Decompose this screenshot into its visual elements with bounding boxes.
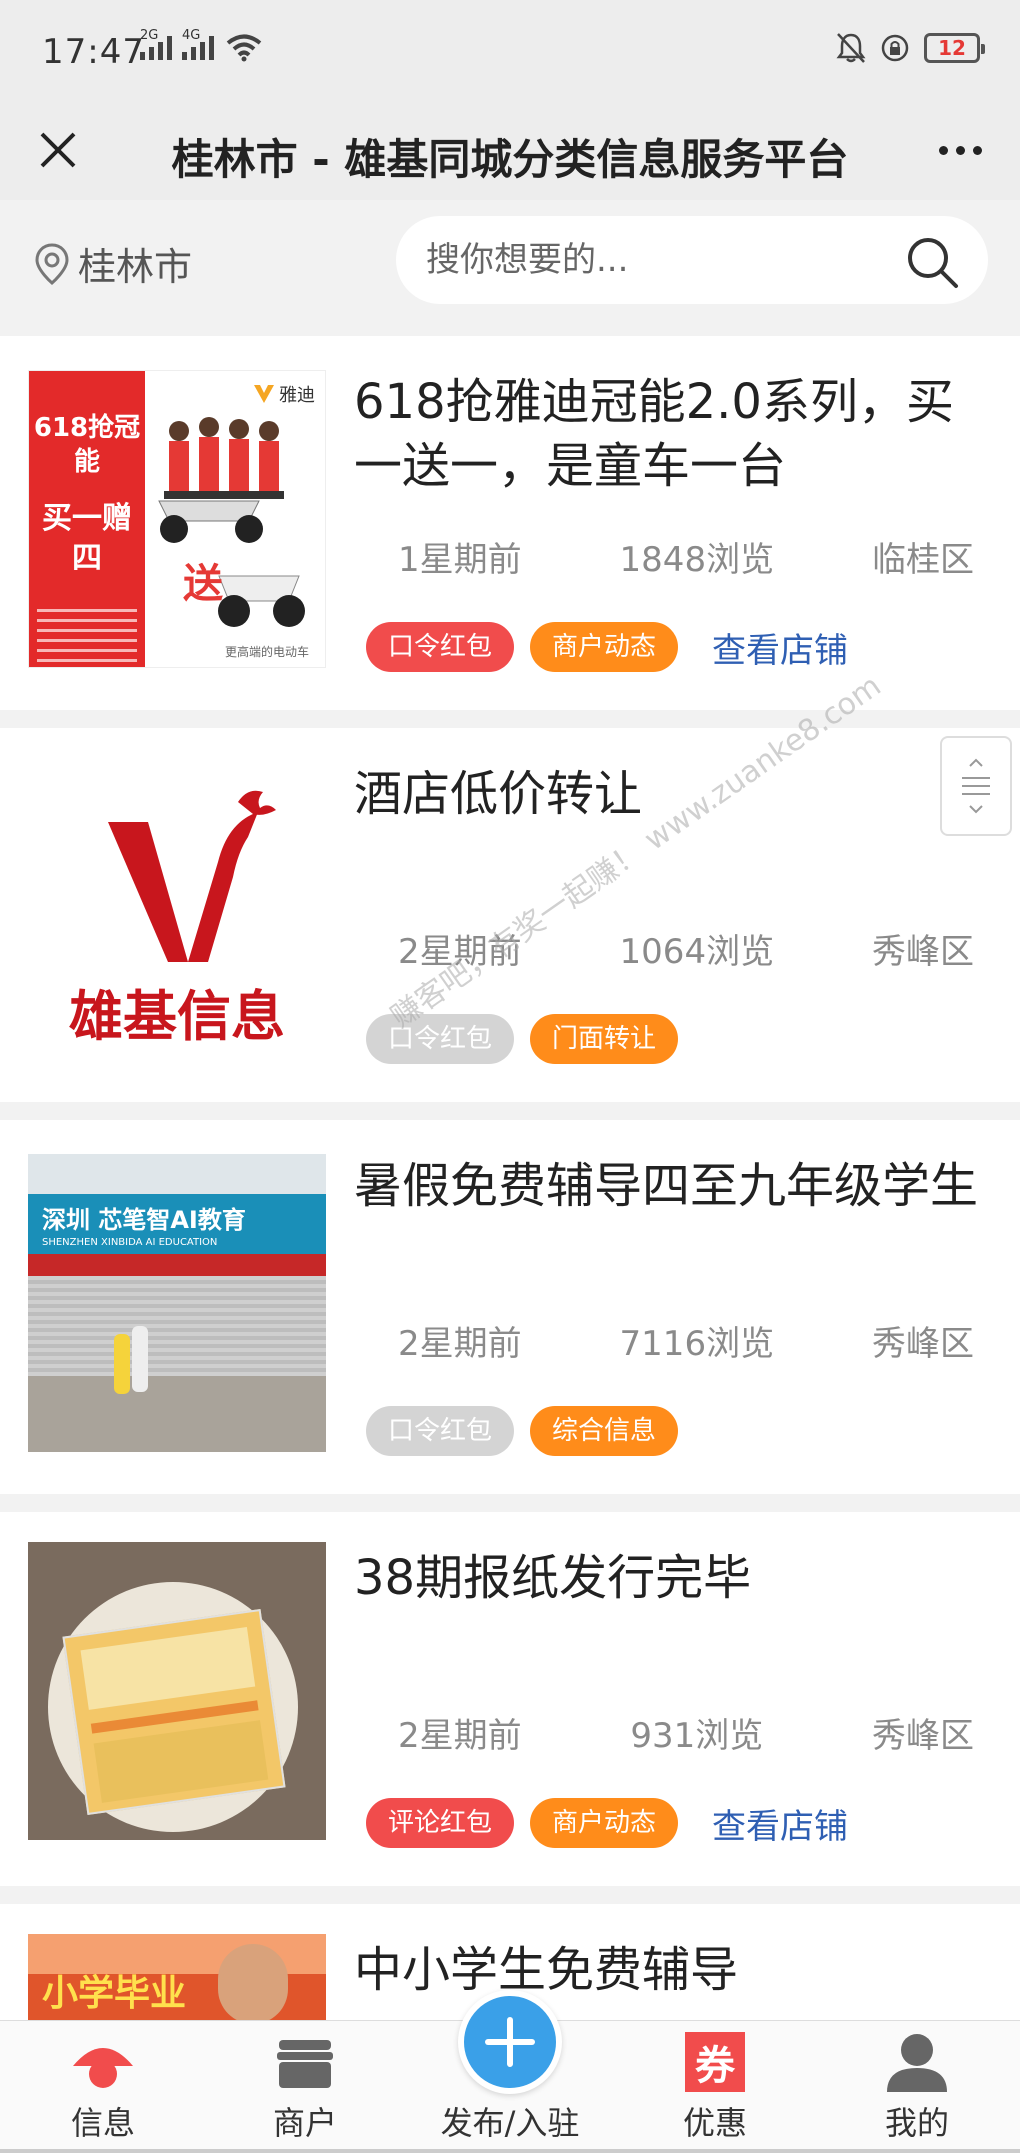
wifi-icon [226, 34, 262, 62]
tab-profile[interactable]: 我的 [842, 2021, 992, 2153]
tag-category[interactable]: 商户动态 [530, 1798, 679, 1848]
post-district: 临桂区 [871, 540, 974, 580]
tab-label: 发布/入驻 [440, 2104, 580, 2142]
location-selector[interactable]: 桂林市 [34, 236, 192, 291]
coupon-icon: 券 [685, 2032, 745, 2092]
lock-rotation-icon [881, 34, 909, 62]
post-title[interactable]: 38期报纸发行完毕 [354, 1546, 994, 1610]
tab-coupon[interactable]: 券 优惠 [640, 2021, 790, 2153]
post-time: 2星期前 [398, 1324, 522, 1364]
post-district: 秀峰区 [871, 932, 974, 972]
promo-banner: 618抢冠能 买一赠四 [29, 371, 145, 667]
signal-2g-label: 2G [140, 28, 159, 43]
post-views: 931浏览 [630, 1716, 764, 1756]
scroll-handle[interactable] [940, 736, 1012, 836]
tag-red-packet[interactable]: 口令红包 [366, 1406, 515, 1456]
scooter-people-image [158, 417, 305, 627]
tag-red-packet[interactable]: 评论红包 [366, 1798, 515, 1848]
list-item[interactable]: 深圳 芯笔智AI教育 SHENZHEN XINBIDA AI EDUCATION… [0, 1120, 1020, 1494]
post-views: 1064浏览 [619, 932, 775, 972]
search-icon[interactable] [904, 234, 960, 290]
tag-category[interactable]: 门面转让 [530, 1014, 679, 1064]
user-icon [887, 2034, 947, 2092]
title-bar: 桂林市 - 雄基同城分类信息服务平台 [0, 100, 1020, 200]
tab-label: 商户 [272, 2104, 337, 2142]
rooster-logo-icon [108, 790, 276, 962]
gift-text: 送 [183, 561, 223, 607]
search-input[interactable] [426, 234, 886, 286]
page-title: 桂林市 - 雄基同城分类信息服务平台 [171, 135, 849, 184]
location-pin-icon [35, 242, 69, 285]
tag-category[interactable]: 综合信息 [530, 1406, 679, 1456]
store-sign: 深圳 芯笔智AI教育 SHENZHEN XINBIDA AI EDUCATION [28, 1194, 326, 1254]
post-meta: 2星期前 931浏览 秀峰区 [354, 1708, 974, 1757]
tab-shop[interactable]: 商户 [230, 2021, 380, 2153]
post-views: 1848浏览 [619, 540, 775, 580]
post-tags: 口令红包 综合信息 [366, 1406, 679, 1456]
list-item[interactable]: 38期报纸发行完毕 2星期前 931浏览 秀峰区 评论红包 商户动态 查看店铺 [0, 1512, 1020, 1886]
post-thumbnail[interactable]: 雄基信息 [28, 762, 326, 1060]
more-options-button[interactable] [930, 122, 990, 178]
post-time: 1星期前 [398, 540, 522, 580]
signal-4g-icon: 4G [182, 28, 214, 60]
coupon-glyph: 券 [695, 2043, 735, 2089]
slogan-text: 更高端的电动车 [225, 645, 310, 659]
post-meta: 2星期前 7116浏览 秀峰区 [354, 1316, 974, 1365]
store-sign-text: 深圳 芯笔智AI教育 [42, 1206, 246, 1234]
search-box[interactable] [396, 216, 988, 304]
tab-label: 信息 [70, 2104, 135, 2142]
post-thumbnail[interactable] [28, 1542, 326, 1840]
publish-button[interactable] [458, 1990, 562, 2094]
post-title[interactable]: 中小学生免费辅导 [354, 1938, 994, 2002]
plus-icon [485, 2017, 535, 2067]
bell-muted-icon [836, 33, 866, 63]
tab-label: 我的 [884, 2104, 949, 2142]
post-district: 秀峰区 [871, 1324, 974, 1364]
battery-indicator: 12 [924, 33, 985, 63]
store-sign-en: SHENZHEN XINBIDA AI EDUCATION [42, 1237, 218, 1248]
nav-gesture-bar [0, 2149, 1020, 2153]
newspaper-image [62, 1608, 286, 1816]
view-shop-link[interactable]: 查看店铺 [712, 1799, 848, 1848]
post-meta: 1星期前 1848浏览 临桂区 [354, 532, 974, 581]
promo-line2: 买一赠四 [42, 501, 132, 576]
scroll-handle-icon [962, 758, 990, 814]
post-district: 秀峰区 [871, 1716, 974, 1756]
status-right: 12 [836, 32, 985, 64]
signal-4g-label: 4G [182, 28, 201, 43]
post-title[interactable]: 618抢雅迪冠能2.0系列，买一送一，是童车一台 [354, 370, 994, 498]
status-bar: 17:47 2G 4G 12 [0, 0, 1020, 100]
post-thumbnail[interactable]: 小学毕业 [28, 1934, 326, 2020]
tab-label: 优惠 [682, 2104, 747, 2142]
signal-2g-icon: 2G [140, 28, 172, 60]
location-city: 桂林市 [78, 245, 193, 289]
post-title[interactable]: 暑假免费辅导四至九年级学生 [354, 1154, 994, 1218]
post-views: 7116浏览 [619, 1324, 775, 1364]
tab-info[interactable]: 信息 [28, 2021, 178, 2153]
list-item[interactable]: 618抢冠能 买一赠四 雅迪 送 更高端的电动车 618抢雅迪冠能2.0系列，买… [0, 336, 1020, 710]
post-tags: 评论红包 商户动态 查看店铺 [366, 1798, 848, 1848]
status-time: 17:47 [42, 32, 145, 72]
tag-red-packet[interactable]: 口令红包 [366, 1014, 515, 1064]
post-time: 2星期前 [398, 1716, 522, 1756]
battery-level: 12 [938, 36, 966, 60]
info-icon [73, 2048, 133, 2088]
search-row: 桂林市 [0, 200, 1020, 320]
post-thumbnail[interactable]: 深圳 芯笔智AI教育 SHENZHEN XINBIDA AI EDUCATION [28, 1154, 326, 1452]
tag-category[interactable]: 商户动态 [530, 622, 679, 672]
tag-red-packet[interactable]: 口令红包 [366, 622, 515, 672]
shop-icon [277, 2040, 333, 2088]
banner-text: 小学毕业 [42, 1973, 187, 2014]
post-tags: 口令红包 商户动态 查看店铺 [366, 622, 848, 672]
logo-text: 雄基信息 [69, 984, 285, 1048]
view-shop-link[interactable]: 查看店铺 [712, 623, 848, 672]
post-thumbnail[interactable]: 618抢冠能 买一赠四 雅迪 送 更高端的电动车 [28, 370, 326, 668]
promo-line1: 618抢冠能 [33, 413, 141, 477]
